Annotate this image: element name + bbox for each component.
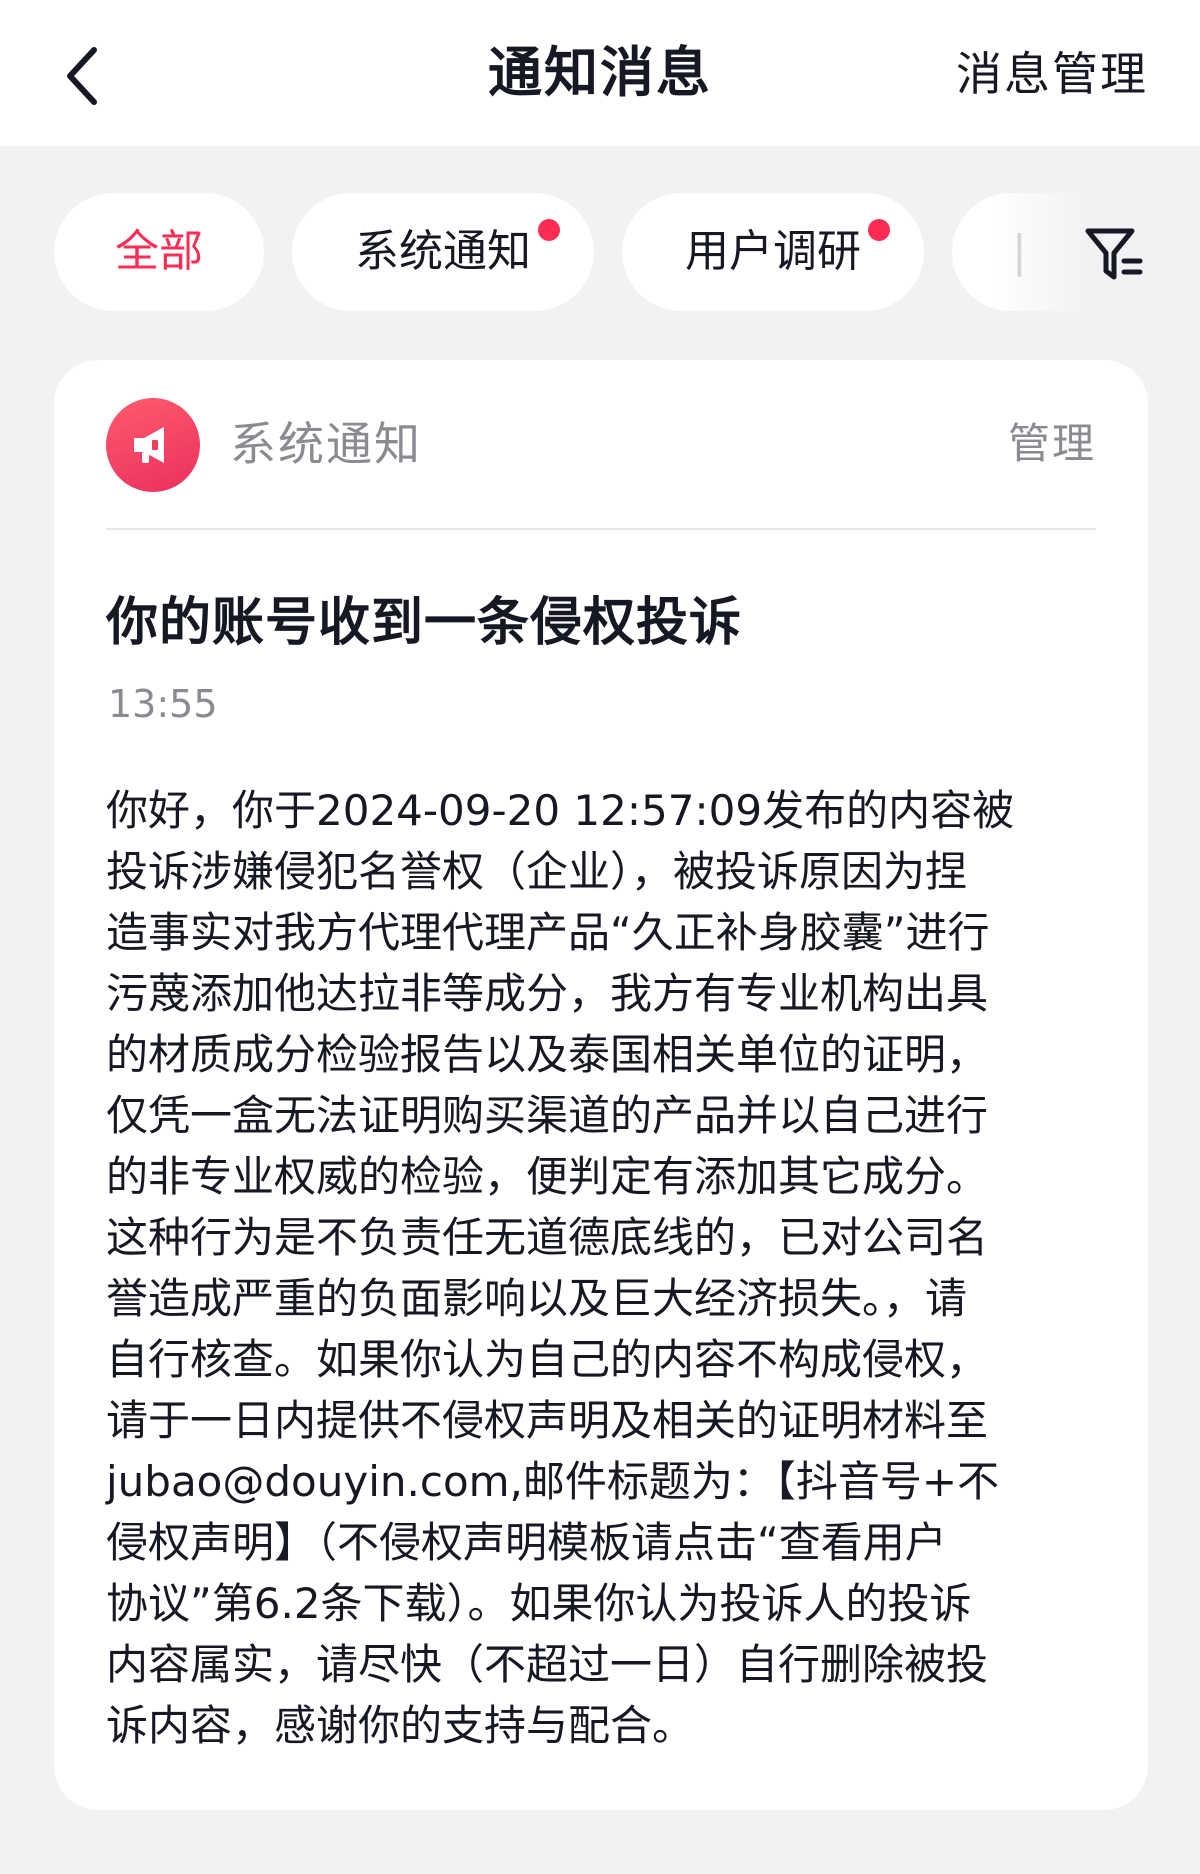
tab-system-notice[interactable]: 系统通知 (292, 193, 594, 311)
tab-label: 全部 (115, 226, 203, 277)
card-header: 系统通知 管理 (106, 398, 1096, 494)
body-line: 这种行为是不负责任无道德底线的，已对公司名 (106, 1213, 989, 1262)
filter-button[interactable] (1078, 217, 1150, 289)
body-line: 请于一日内提供不侵权声明及相关的证明材料至 (106, 1396, 989, 1445)
divider (106, 528, 1096, 530)
body-line: 协议”第6.2条下载）。如果你认为投诉人的投诉 (106, 1579, 972, 1628)
body-line: 你好，你于2024-09-20 12:57:09发布的内容被 (106, 786, 1015, 835)
category-tabs: 全部 系统通知 用户调研 | (0, 193, 1200, 311)
avatar (106, 398, 200, 492)
body-line: 污蔑添加他达拉非等成分，我方有专业机构出具 (106, 969, 989, 1018)
filter-icon (1085, 228, 1143, 280)
body-line: 诉内容，感谢你的支持与配合。 (106, 1701, 695, 1750)
card-manage-button[interactable]: 管理 (1008, 414, 1096, 474)
tab-label: 系统通知 (355, 226, 531, 277)
body-line: 的非专业权威的检验，便判定有添加其它成分。 (106, 1152, 989, 1201)
top-navigation-bar: 通知消息 消息管理 (0, 0, 1200, 146)
body-line: 侵权声明】（不侵权声明模板请点击“查看用户 (106, 1518, 947, 1567)
body-line: jubao@douyin.com,邮件标题为：【抖音号+不 (106, 1457, 1000, 1506)
tab-all[interactable]: 全部 (54, 193, 264, 311)
tab-label: 用户调研 (685, 226, 861, 277)
message-management-link[interactable]: 消息管理 (956, 44, 1148, 104)
unread-dot (538, 219, 560, 241)
body-line: 造事实对我方代理代理产品“久正补身胶囊”进行 (106, 908, 990, 957)
message-body: 你好，你于2024-09-20 12:57:09发布的内容被 投诉涉嫌侵犯名誉权… (106, 780, 1106, 1756)
body-line: 自行核查。如果你认为自己的内容不构成侵权， (106, 1335, 989, 1384)
body-line: 仅凭一盒无法证明购买渠道的产品并以自己进行 (106, 1091, 989, 1140)
notification-card: 系统通知 管理 你的账号收到一条侵权投诉 13:55 你好，你于2024-09-… (54, 360, 1148, 1810)
message-time: 13:55 (108, 682, 218, 726)
tab-user-research[interactable]: 用户调研 (622, 193, 924, 311)
body-line: 内容属实，请尽快（不超过一日）自行删除被投 (106, 1640, 989, 1689)
body-line: 的材质成分检验报告以及泰国相关单位的证明， (106, 1030, 989, 1079)
megaphone-icon (134, 427, 164, 463)
body-line: 投诉涉嫌侵犯名誉权（企业），被投诉原因为捏 (106, 847, 968, 896)
unread-dot (868, 219, 890, 241)
source-name: 系统通知 (230, 417, 422, 471)
body-line: 誉造成严重的负面影响以及巨大经济损失。，请 (106, 1274, 968, 1323)
message-title: 你的账号收到一条侵权投诉 (106, 593, 743, 653)
